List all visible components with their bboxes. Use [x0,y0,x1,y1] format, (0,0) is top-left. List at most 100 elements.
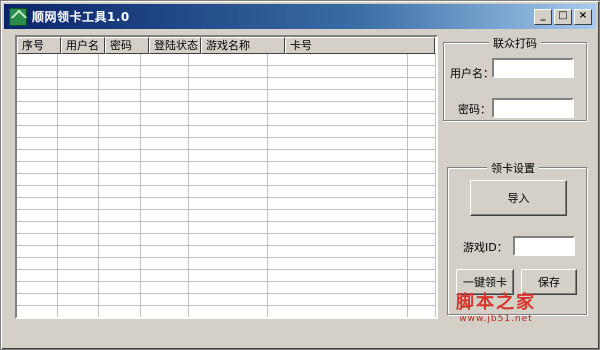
table-cell [189,78,268,89]
table-cell [58,150,100,161]
table-cell [99,126,141,137]
table-cell [408,282,436,293]
table-cell [99,78,141,89]
column-header[interactable]: 序号 [17,37,61,54]
table-cell [17,102,59,113]
table-cell [141,282,190,293]
table-cell [141,78,190,89]
table-cell [141,186,190,197]
table-cell [189,270,268,281]
table-cell [268,102,408,113]
table-cell [268,66,408,77]
table-cell [99,114,141,125]
column-header[interactable]: 密码 [105,37,149,54]
site-watermark: 脚本之家 www.jb51.net [456,288,536,324]
table-row[interactable] [17,222,436,234]
table-row[interactable] [17,114,436,126]
table-row[interactable] [17,234,436,246]
table-row[interactable] [17,270,436,282]
table-cell [58,222,100,233]
table-cell [408,210,436,221]
table-cell [99,198,141,209]
table-row[interactable] [17,162,436,174]
table-cell [189,90,268,101]
table-cell [189,174,268,185]
watermark-logo-text: 脚本之家 [456,292,536,313]
table-cell [99,174,141,185]
table-cell [268,90,408,101]
table-cell [17,114,59,125]
table-cell [268,270,408,281]
table-row[interactable] [17,138,436,150]
table-row[interactable] [17,318,436,319]
table-cell [189,282,268,293]
table-row[interactable] [17,306,436,317]
table-row[interactable] [17,54,436,66]
table-cell [268,54,408,65]
table-cell [58,126,100,137]
game-id-label: 游戏ID： [463,241,508,254]
column-header[interactable]: 用户名 [61,37,105,54]
table-row[interactable] [17,198,436,210]
username-input[interactable] [492,58,574,78]
login-group: 联众打码 用户名： 密码： [443,35,587,121]
table-row[interactable] [17,282,436,294]
table-cell [58,66,100,77]
table-row[interactable] [17,258,436,270]
table-cell [141,114,190,125]
table-row[interactable] [17,78,436,90]
table-cell [58,270,100,281]
table-row[interactable] [17,210,436,222]
table-row[interactable] [17,186,436,198]
table-row[interactable] [17,90,436,102]
table-cell [99,318,140,319]
table-row[interactable] [17,150,436,162]
password-input[interactable] [492,98,574,118]
column-header[interactable]: 登陆状态 [149,37,201,54]
title-bar[interactable]: 顺网领卡工具1.0 _ □ × [4,4,596,29]
table-cell [141,162,190,173]
main-window: 顺网领卡工具1.0 _ □ × 序号 用户名 密码 登陆状态 游戏名称 卡号 联… [0,0,600,350]
table-row[interactable] [17,102,436,114]
close-button[interactable]: × [574,9,592,25]
table-cell [99,186,141,197]
table-cell [268,78,408,89]
table-cell [58,210,100,221]
table-row[interactable] [17,246,436,258]
table-cell [99,306,141,317]
table-cell [17,66,59,77]
table-cell [17,54,59,65]
table-cell [189,150,268,161]
window-title: 顺网领卡工具1.0 [32,10,130,24]
table-cell [268,186,408,197]
maximize-button[interactable]: □ [554,9,572,25]
table-cell [268,126,408,137]
game-id-input[interactable] [513,236,575,256]
table-cell [408,114,436,125]
column-header[interactable]: 游戏名称 [201,37,285,54]
table-cell [141,90,190,101]
column-header[interactable]: 卡号 [285,37,435,54]
table-row[interactable] [17,174,436,186]
table-cell [99,258,141,269]
table-cell [408,198,436,209]
table-cell [189,54,268,65]
table-row[interactable] [17,66,436,78]
column-header[interactable] [435,37,436,54]
app-icon [9,7,27,26]
account-list[interactable]: 序号 用户名 密码 登陆状态 游戏名称 卡号 [15,35,438,319]
table-cell [408,126,436,137]
table-row[interactable] [17,126,436,138]
table-row[interactable] [17,294,436,306]
table-cell [189,234,268,245]
table-cell [17,126,59,137]
table-cell [268,246,408,257]
username-label: 用户名： [450,67,494,80]
table-cell [268,174,408,185]
table-cell [408,186,436,197]
import-button[interactable]: 导入 [470,180,567,216]
minimize-button[interactable]: _ [534,9,552,25]
table-cell [17,282,59,293]
table-cell [99,162,141,173]
table-cell [268,234,408,245]
